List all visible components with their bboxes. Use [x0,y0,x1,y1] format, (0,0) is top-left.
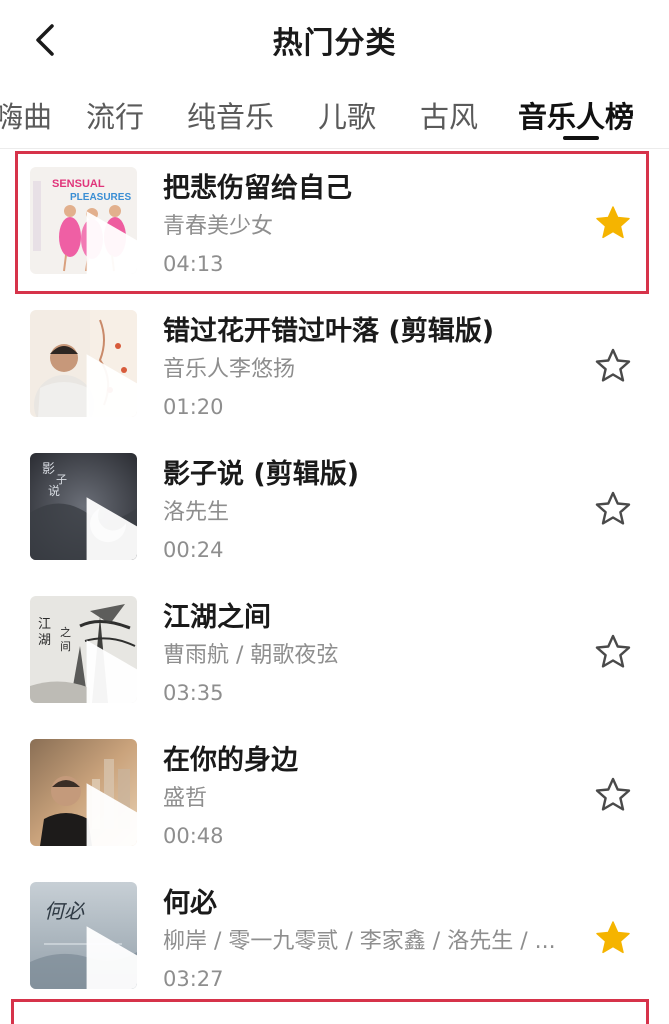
svg-text:说: 说 [48,483,60,498]
artist-name[interactable]: 曹雨航 / 朝歌夜弦 [163,637,338,669]
active-tab-indicator [563,136,599,140]
play-icon[interactable] [74,205,137,274]
tab-musician-chart[interactable]: 音乐人榜 [518,94,634,136]
song-title: 何必 [163,888,217,919]
svg-text:PLEASURES: PLEASURES [70,192,131,203]
play-icon[interactable] [74,634,137,703]
svg-text:之: 之 [60,625,71,639]
album-cover[interactable] [30,310,137,417]
star-filled-icon[interactable] [594,919,632,957]
play-icon[interactable] [74,777,137,846]
album-cover[interactable] [30,739,137,846]
star-outline-icon[interactable] [594,633,632,671]
artist-name[interactable]: 柳岸 / 零一九零贰 / 李家鑫 / 洛先生 / ... [163,923,556,955]
song-row[interactable]: SENSUAL PLEASURES 把悲伤留给自己 青春美少女 04:13 [0,150,669,293]
song-title: 影子说 (剪辑版) [163,459,360,490]
artist-name[interactable]: 洛先生 [163,494,229,526]
star-outline-icon[interactable] [594,490,632,528]
song-row[interactable]: 影 子 说 影子说 (剪辑版) 洛先生 00:24 [0,436,669,579]
song-duration: 00:24 [163,538,224,562]
song-duration: 03:35 [163,681,224,705]
page: 热门分类 嗨曲 流行 纯音乐 儿歌 古风 音乐人榜 SENSUAL PLEASU… [0,0,669,1024]
page-title: 热门分类 [272,26,397,61]
tab-liuxing[interactable]: 流行 [86,94,144,136]
song-duration: 04:13 [163,252,224,276]
header: 热门分类 [0,0,669,82]
svg-text:间: 间 [60,640,71,653]
artist-name[interactable]: 音乐人李悠扬 [163,351,295,383]
song-row[interactable]: 江 湖 之 间 江湖之间 曹雨航 / 朝歌夜弦 03:35 [0,579,669,722]
star-outline-icon[interactable] [594,776,632,814]
song-title: 把悲伤留给自己 [163,173,352,204]
star-outline-icon[interactable] [594,347,632,385]
svg-text:湖: 湖 [38,633,51,648]
tab-erge[interactable]: 儿歌 [318,94,376,136]
album-cover[interactable]: SENSUAL PLEASURES [30,167,137,274]
tab-haiqu[interactable]: 嗨曲 [0,94,52,136]
album-cover[interactable]: 影 子 说 [30,453,137,560]
svg-text:江: 江 [38,617,51,632]
song-title: 在你的身边 [163,745,298,776]
artist-name[interactable]: 盛哲 [163,780,207,812]
star-filled-icon[interactable] [594,204,632,242]
song-row[interactable]: 错过花开错过叶落 (剪辑版) 音乐人李悠扬 01:20 [0,293,669,436]
play-icon[interactable] [74,491,137,560]
song-duration: 01:20 [163,395,224,419]
album-cover[interactable]: 江 湖 之 间 [30,596,137,703]
play-icon[interactable] [74,348,137,417]
song-row[interactable]: 在你的身边 盛哲 00:48 [0,722,669,865]
album-cover[interactable]: 何必 [30,882,137,989]
svg-text:影: 影 [42,462,55,477]
tab-chunyinyue[interactable]: 纯音乐 [187,94,274,136]
song-duration: 00:48 [163,824,224,848]
song-title: 错过花开错过叶落 (剪辑版) [163,316,495,347]
artist-name[interactable]: 青春美少女 [163,208,273,240]
song-row[interactable]: 何必 何必 柳岸 / 零一九零贰 / 李家鑫 / 洛先生 / ... 03:27 [0,865,669,1008]
tab-gufeng[interactable]: 古风 [420,94,478,136]
svg-text:SENSUAL: SENSUAL [52,178,105,190]
song-title: 江湖之间 [163,602,271,633]
song-duration: 03:27 [163,967,224,991]
play-icon[interactable] [74,920,137,989]
